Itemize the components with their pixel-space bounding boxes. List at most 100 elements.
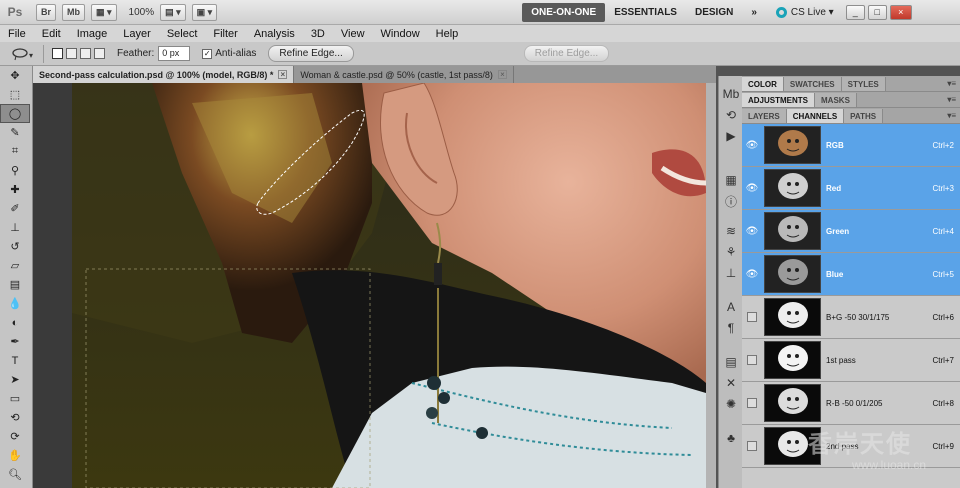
info-icon[interactable]: ⓘ bbox=[720, 191, 742, 211]
arrange-documents-button[interactable]: ▤ ▾ bbox=[160, 3, 186, 21]
quick-select-tool-icon[interactable]: ✎ bbox=[0, 123, 30, 142]
close-tab-icon[interactable]: × bbox=[278, 70, 288, 79]
menu-layer[interactable]: Layer bbox=[115, 28, 159, 40]
tool-presets-icon[interactable]: ⊥ bbox=[720, 263, 742, 283]
actions-icon[interactable]: ▶ bbox=[720, 126, 742, 146]
workspace-design[interactable]: DESIGN bbox=[686, 0, 742, 25]
zoom-tool-icon[interactable]: 🔍︎ bbox=[0, 465, 30, 484]
tab-second-pass[interactable]: Second-pass calculation.psd @ 100% (mode… bbox=[33, 66, 295, 83]
animation-icon[interactable]: ♣ bbox=[720, 428, 742, 448]
screen-mode-button[interactable]: ▣ ▾ bbox=[191, 3, 218, 21]
add-to-selection-icon[interactable] bbox=[66, 48, 77, 59]
menu-help[interactable]: Help bbox=[428, 28, 467, 40]
refine-edge-button[interactable]: Refine Edge... bbox=[268, 45, 354, 62]
tab-woman-castle[interactable]: Woman & castle.psd @ 50% (castle, 1st pa… bbox=[294, 66, 514, 83]
3d-rotate-tool-icon[interactable]: ⟲ bbox=[0, 408, 30, 427]
panel-menu-icon[interactable]: ▾≡ bbox=[947, 95, 956, 104]
menu-view[interactable]: View bbox=[333, 28, 373, 40]
eye-icon[interactable]: 👁︎ bbox=[742, 210, 762, 253]
brush-presets-icon[interactable]: ≋ bbox=[720, 221, 742, 241]
tab-paths[interactable]: PATHS bbox=[844, 109, 884, 123]
clone-source-icon[interactable]: ⚘ bbox=[720, 242, 742, 262]
menu-3d[interactable]: 3D bbox=[303, 28, 333, 40]
blur-tool-icon[interactable]: 💧 bbox=[0, 294, 30, 313]
channel-row[interactable]: 👁︎ Red Ctrl+3 bbox=[742, 167, 960, 210]
cs-live-button[interactable]: CS Live ▾ bbox=[775, 6, 834, 18]
healing-tool-icon[interactable]: ✚ bbox=[0, 180, 30, 199]
menu-select[interactable]: Select bbox=[159, 28, 206, 40]
visibility-toggle[interactable] bbox=[742, 382, 762, 425]
lasso-tool-icon[interactable]: ◯ bbox=[0, 104, 30, 123]
eye-icon[interactable]: 👁︎ bbox=[742, 124, 762, 167]
vertical-scrollbar[interactable] bbox=[706, 83, 716, 488]
layer-comps-icon[interactable]: ✕ bbox=[720, 373, 742, 393]
more-workspaces-button[interactable]: » bbox=[742, 0, 766, 25]
tab-swatches[interactable]: SWATCHES bbox=[783, 77, 842, 91]
3d-orbit-tool-icon[interactable]: ⟳ bbox=[0, 427, 30, 446]
new-selection-icon[interactable] bbox=[52, 48, 63, 59]
menu-edit[interactable]: Edit bbox=[34, 28, 69, 40]
feather-input[interactable]: 0 px bbox=[158, 46, 191, 61]
3d-icon[interactable]: ✺ bbox=[720, 394, 742, 414]
tab-layers[interactable]: LAYERS bbox=[742, 109, 787, 123]
channel-row[interactable]: 👁︎ Green Ctrl+4 bbox=[742, 210, 960, 253]
clone-stamp-tool-icon[interactable]: ⊥ bbox=[0, 218, 30, 237]
document-image[interactable] bbox=[72, 83, 706, 488]
menu-analysis[interactable]: Analysis bbox=[246, 28, 303, 40]
move-tool-icon[interactable]: ✥ bbox=[0, 66, 30, 85]
history-icon[interactable]: ⟲ bbox=[720, 105, 742, 125]
menu-image[interactable]: Image bbox=[69, 28, 116, 40]
minimize-button[interactable]: _ bbox=[845, 4, 865, 20]
hand-tool-icon[interactable]: ✋ bbox=[0, 446, 30, 465]
shape-tool-icon[interactable]: ▭ bbox=[0, 389, 30, 408]
tab-adjustments[interactable]: ADJUSTMENTS bbox=[742, 93, 816, 107]
visibility-toggle[interactable] bbox=[742, 339, 762, 382]
channel-row[interactable]: B+G -50 30/1/175 Ctrl+6 bbox=[742, 296, 960, 339]
visibility-toggle[interactable] bbox=[742, 296, 762, 339]
notes-icon[interactable]: ▤ bbox=[720, 352, 742, 372]
histogram-icon[interactable]: ▦ bbox=[720, 170, 742, 190]
tab-color[interactable]: COLOR bbox=[742, 77, 784, 91]
eye-icon[interactable]: 👁︎ bbox=[742, 253, 762, 296]
anti-alias-checkbox[interactable]: ✓ bbox=[202, 48, 213, 59]
eyedropper-tool-icon[interactable]: ⚲ bbox=[0, 161, 30, 180]
subtract-from-selection-icon[interactable] bbox=[80, 48, 91, 59]
eye-icon[interactable]: 👁︎ bbox=[742, 167, 762, 210]
panel-menu-icon[interactable]: ▾≡ bbox=[947, 111, 956, 120]
tool-preset-picker[interactable]: ▾ bbox=[4, 44, 44, 63]
marquee-tool-icon[interactable]: ⬚ bbox=[0, 85, 30, 104]
panel-menu-icon[interactable]: ▾≡ bbox=[947, 79, 956, 88]
pen-tool-icon[interactable]: ✒ bbox=[0, 332, 30, 351]
paragraph-icon[interactable]: ¶ bbox=[720, 318, 742, 338]
menu-filter[interactable]: Filter bbox=[205, 28, 245, 40]
menu-window[interactable]: Window bbox=[373, 28, 428, 40]
maximize-button[interactable]: □ bbox=[867, 4, 887, 20]
workspace-essentials[interactable]: ESSENTIALS bbox=[605, 0, 686, 25]
path-select-tool-icon[interactable]: ➤ bbox=[0, 370, 30, 389]
history-brush-tool-icon[interactable]: ↺ bbox=[0, 237, 30, 256]
view-extras-button[interactable]: ▦ ▾ bbox=[91, 3, 117, 21]
zoom-level[interactable]: 100% bbox=[129, 7, 155, 18]
type-tool-icon[interactable]: T bbox=[0, 351, 30, 370]
character-icon[interactable]: A bbox=[720, 297, 742, 317]
dodge-tool-icon[interactable]: ◐ bbox=[0, 313, 30, 332]
close-button[interactable]: × bbox=[889, 4, 912, 20]
visibility-toggle[interactable] bbox=[742, 425, 762, 468]
tab-masks[interactable]: MASKS bbox=[815, 93, 857, 107]
menu-file[interactable]: File bbox=[0, 28, 34, 40]
eraser-tool-icon[interactable]: ▱ bbox=[0, 256, 30, 275]
channel-row[interactable]: 1st pass Ctrl+7 bbox=[742, 339, 960, 382]
tab-styles[interactable]: STYLES bbox=[841, 77, 886, 91]
workspace-one-on-one[interactable]: ONE-ON-ONE bbox=[522, 2, 606, 22]
mini-bridge-button[interactable]: Mb bbox=[62, 3, 86, 21]
tab-channels[interactable]: CHANNELS bbox=[786, 109, 845, 123]
mini-bridge-icon[interactable]: Mb bbox=[720, 84, 742, 104]
channel-row[interactable]: 👁︎ Blue Ctrl+5 bbox=[742, 253, 960, 296]
close-tab-icon[interactable]: × bbox=[497, 70, 507, 79]
gradient-tool-icon[interactable]: ▤ bbox=[0, 275, 30, 294]
channel-row[interactable]: R-B -50 0/1/205 Ctrl+8 bbox=[742, 382, 960, 425]
channel-row[interactable]: 👁︎ RGB Ctrl+2 bbox=[742, 124, 960, 167]
crop-tool-icon[interactable]: ⌗ bbox=[0, 142, 30, 161]
intersect-selection-icon[interactable] bbox=[94, 48, 105, 59]
bridge-button[interactable]: Br bbox=[36, 3, 57, 21]
